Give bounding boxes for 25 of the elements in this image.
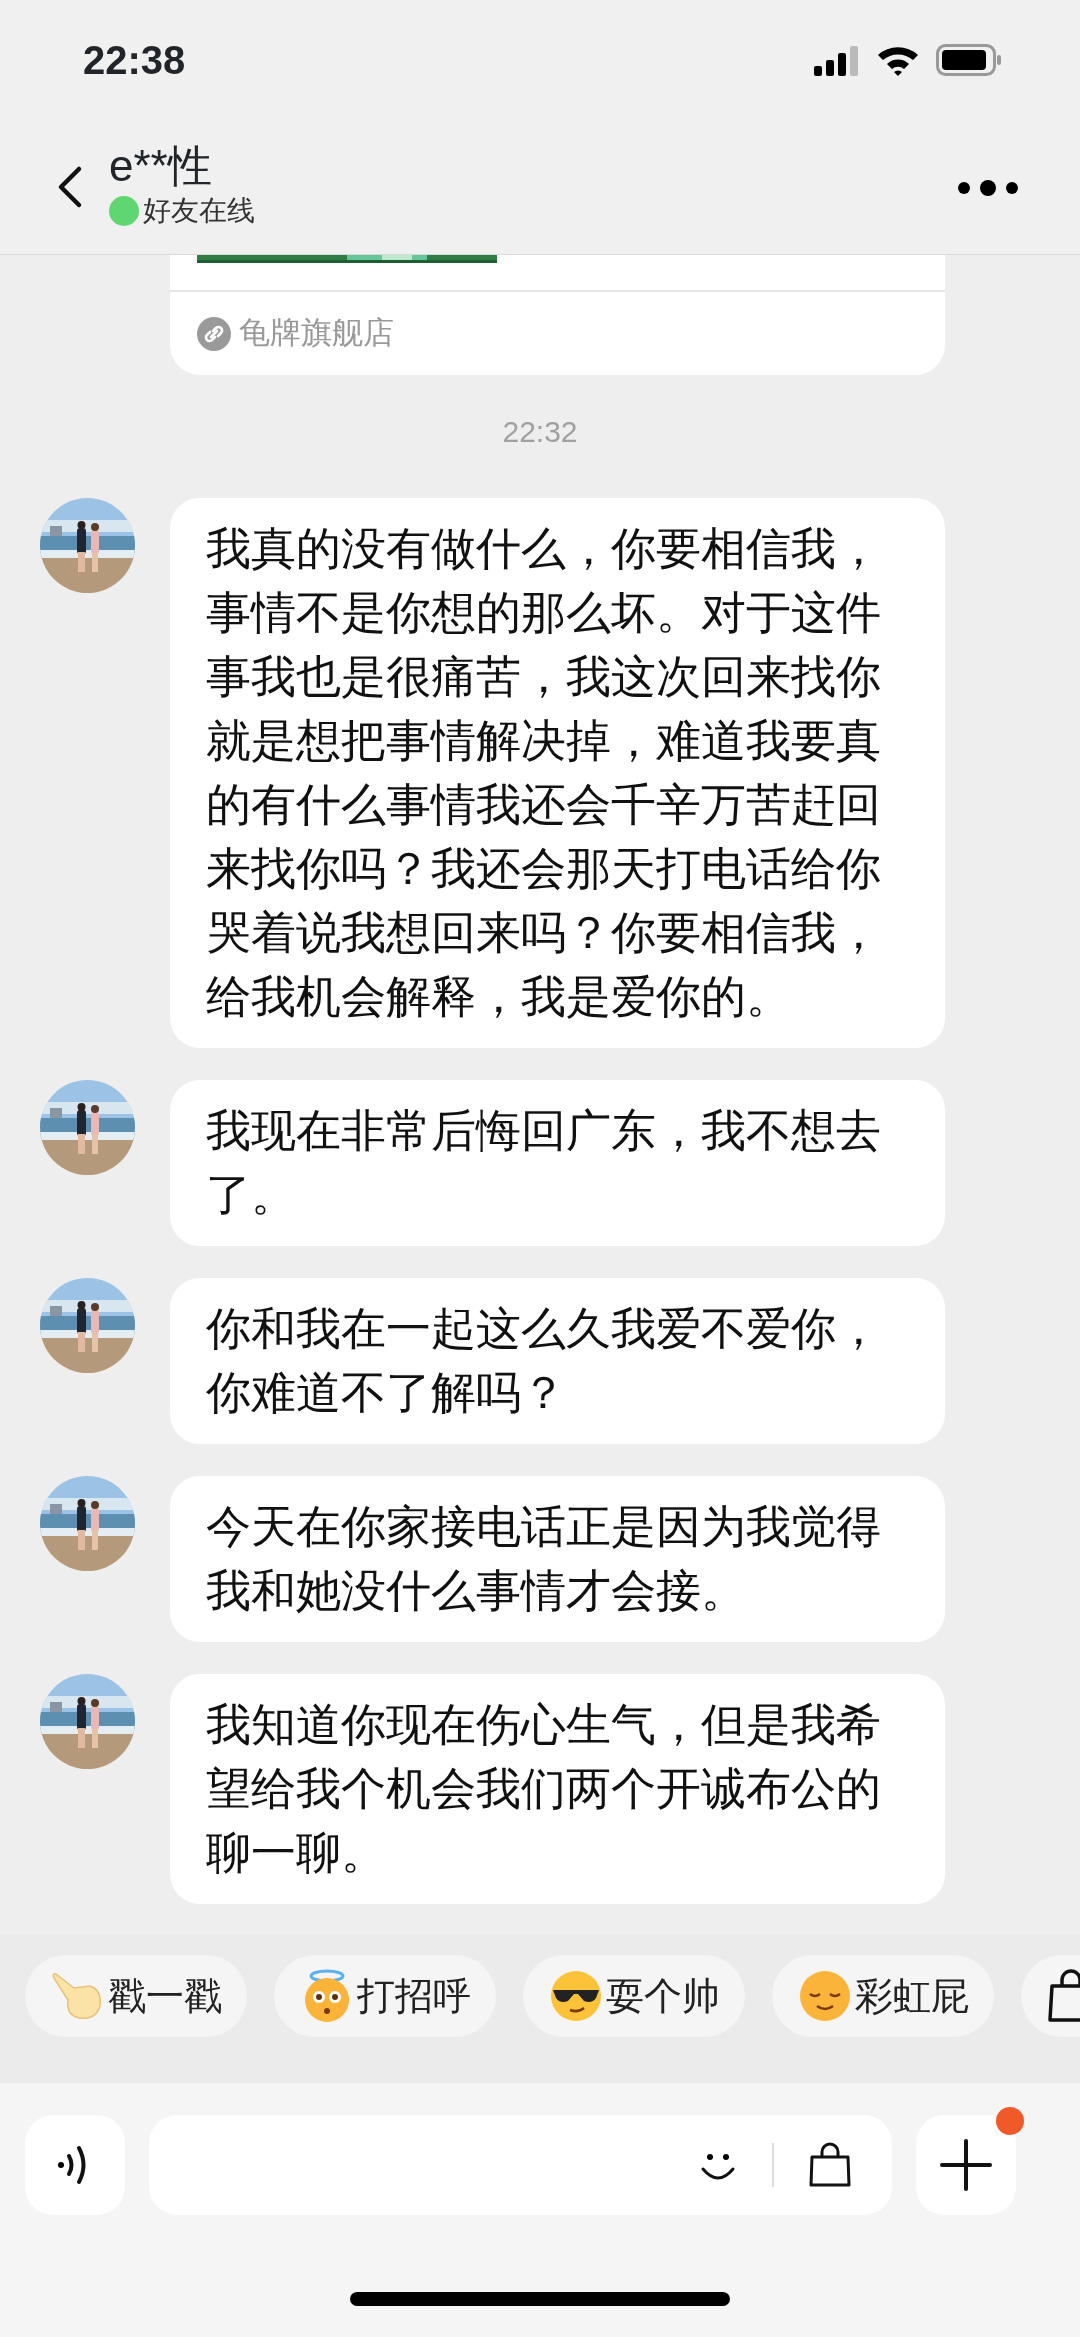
message-bubble: 我知道你现在伤心生气，但是我希望给我个机会我们两个开诚布公的聊一聊。 (170, 1674, 945, 1904)
plus-icon (938, 2137, 994, 2193)
message-time: 22:32 (501, 414, 579, 450)
online-status: 好友在线 (143, 194, 255, 229)
wifi-icon (876, 44, 920, 76)
sunglasses-face-icon (548, 1968, 604, 2024)
smiling-face-icon (797, 1968, 853, 2024)
battery-icon (936, 44, 1002, 76)
message-input-field[interactable] (149, 2115, 892, 2215)
message-bubble: 今天在你家接电话正是因为我觉得我和她没什么事情才会接。 (170, 1476, 945, 1642)
store-name: 龟牌旗舰店 (239, 314, 394, 353)
voice-button[interactable] (25, 2115, 125, 2215)
link-icon (197, 316, 231, 351)
shopping-bag-icon[interactable] (808, 2142, 852, 2188)
quick-reply-chip[interactable]: 耍个帅 (523, 1955, 745, 2037)
quick-reply-chip[interactable]: 戳一戳 (25, 1955, 247, 2037)
contact-name: e**性 (109, 141, 213, 191)
message-bubble: 我现在非常后悔回广东，我不想去了。 (170, 1080, 945, 1246)
quick-reply-chip[interactable]: 打招呼 (274, 1955, 496, 2037)
signal-icon (814, 44, 860, 76)
message-bubble: 我真的没有做什么，你要相信我，事情不是你想的那么坏。对于这件事我也是很痛苦，我这次回来找你就是想把事情解决掉，难道我要真的有什么事情我还会千辛万苦赶回来找你吗？我还会那天打电话给你哭着说我想回来吗？你要相信我，给我机会解释，我是爱你的。 (170, 498, 945, 1048)
status-time: 22:38 (83, 37, 186, 84)
quick-reply-chip[interactable]: 彩虹屁 (772, 1955, 994, 2037)
add-button[interactable] (916, 2115, 1016, 2215)
message-bubble: 你和我在一起这么久我爱不爱你，你难道不了解吗？ (170, 1278, 945, 1444)
